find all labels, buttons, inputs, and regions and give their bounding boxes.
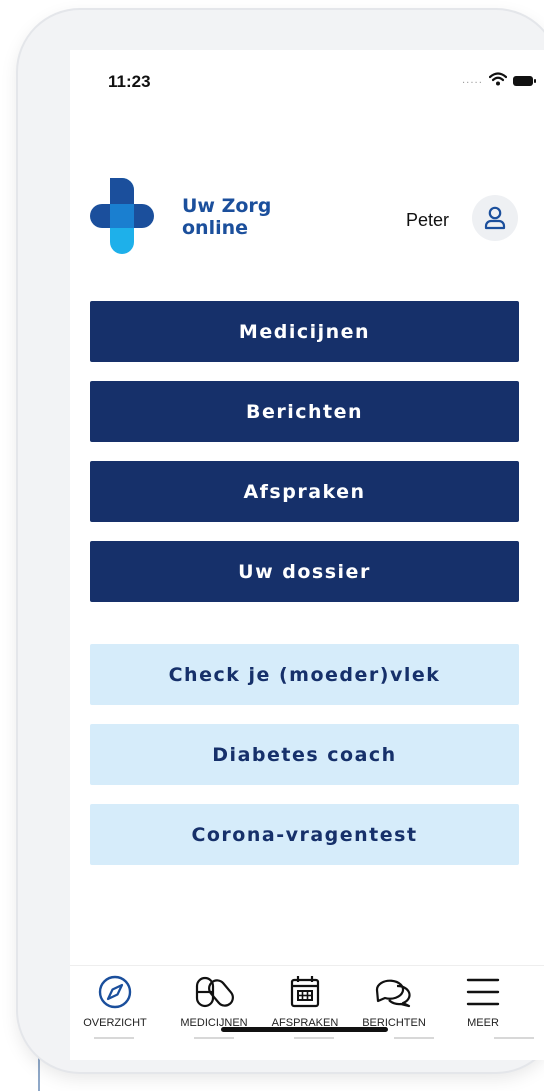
tab-overzicht[interactable]: OVERZICHT [70, 974, 160, 1029]
uw-dossier-button[interactable]: Uw dossier [90, 541, 519, 602]
home-indicator[interactable] [221, 1027, 388, 1032]
bottom-tab-bar: OVERZICHT MEDICIJNEN AFSPRAKEN BERICHTEN… [70, 965, 544, 1060]
profile-button[interactable] [472, 195, 518, 241]
chat-bubbles-icon [375, 979, 411, 1008]
signal-icon: ..... [462, 75, 483, 86]
brand-line-2: online [182, 217, 249, 239]
tab-meer-label: MEER [467, 1017, 499, 1029]
pills-icon [195, 976, 234, 1008]
user-icon [484, 206, 506, 230]
faded-tab-labels [94, 1037, 534, 1045]
compass-icon [98, 975, 132, 1009]
status-time: 11:23 [108, 72, 151, 91]
tab-overzicht-label: OVERZICHT [83, 1017, 147, 1029]
phone-frame: 11:23 ..... Uw Zorg online Peter Medicij… [18, 10, 544, 1072]
wifi-icon [488, 71, 508, 90]
hamburger-menu-icon [466, 978, 500, 1006]
medicijnen-button[interactable]: Medicijnen [90, 301, 519, 362]
tab-afspraken[interactable]: AFSPRAKEN [260, 974, 350, 1029]
tab-medicijnen[interactable]: MEDICIJNEN [169, 974, 259, 1029]
tab-meer[interactable]: MEER [438, 974, 528, 1029]
app-screen: 11:23 ..... Uw Zorg online Peter Medicij… [70, 50, 544, 1060]
app-logo-icon [90, 178, 154, 254]
status-icons: ..... [462, 71, 536, 90]
tab-berichten[interactable]: BERICHTEN [349, 974, 439, 1029]
berichten-button[interactable]: Berichten [90, 381, 519, 442]
battery-icon [512, 75, 536, 86]
user-name: Peter [406, 210, 450, 230]
calendar-icon [290, 976, 320, 1008]
afspraken-button[interactable]: Afspraken [90, 461, 519, 522]
diabetes-coach-button[interactable]: Diabetes coach [90, 724, 519, 785]
check-moedervlek-button[interactable]: Check je (moeder)vlek [90, 644, 519, 705]
brand-name: Uw Zorg online [182, 195, 271, 239]
corona-vragentest-button[interactable]: Corona-vragentest [90, 804, 519, 865]
brand-line-1: Uw Zorg [182, 195, 272, 217]
